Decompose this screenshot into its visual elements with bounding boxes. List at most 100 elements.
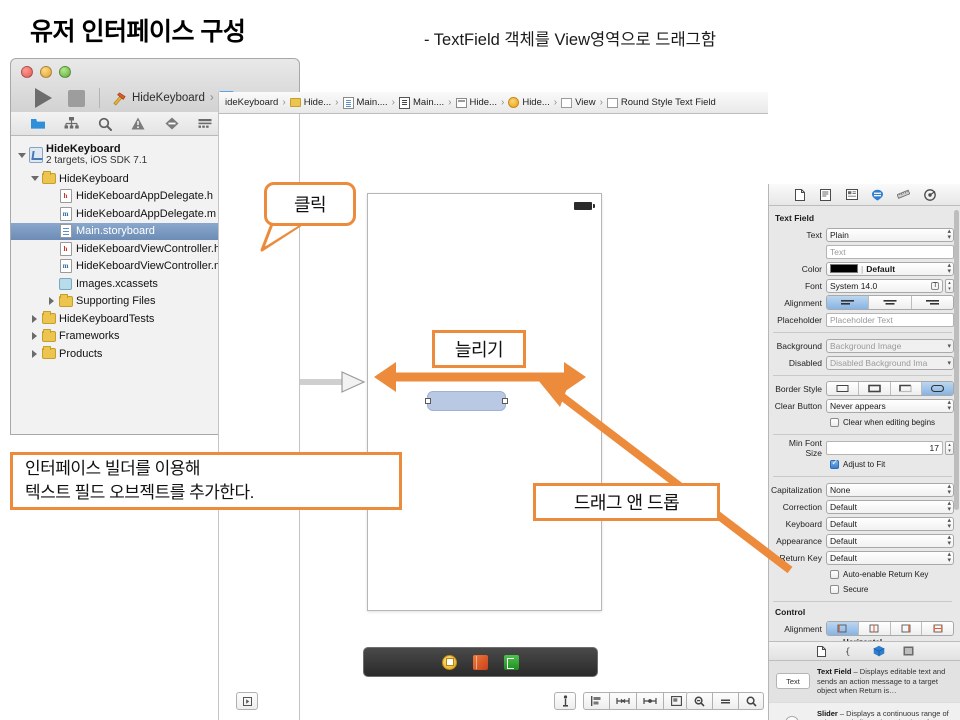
text-color-popup[interactable]: | Default ▴▾: [826, 262, 954, 276]
breadcrumb-item-document[interactable]: Main....: [399, 97, 444, 109]
iphone-device-canvas[interactable]: [367, 193, 602, 611]
h-align-right-icon[interactable]: [891, 622, 923, 635]
secure-checkbox[interactable]: [830, 585, 839, 594]
quick-help-icon[interactable]: [819, 188, 832, 201]
size-inspector-icon[interactable]: [897, 188, 910, 201]
align-right-icon[interactable]: [912, 296, 953, 309]
appearance-popup[interactable]: Default ▴▾: [826, 534, 954, 548]
first-responder-icon[interactable]: [473, 655, 488, 670]
align-left-icon[interactable]: [827, 296, 869, 309]
disclosure-triangle[interactable]: [28, 315, 41, 323]
breadcrumb-item-text-field[interactable]: Round Style Text Field: [607, 97, 716, 108]
capitalization-popup[interactable]: None ▴▾: [826, 483, 954, 497]
attributes-inspector-icon[interactable]: [871, 188, 884, 201]
placeholder-input[interactable]: Placeholder Text: [826, 313, 954, 327]
connections-inspector-icon[interactable]: [923, 188, 936, 201]
project-disclosure-triangle[interactable]: [15, 153, 28, 158]
navigator-tab-warning-icon[interactable]: [129, 116, 147, 132]
zoom-out-button[interactable]: [686, 692, 712, 710]
disclosure-triangle[interactable]: [28, 350, 41, 358]
auto-enable-return-key-checkbox[interactable]: [830, 570, 839, 579]
row-secure[interactable]: Secure: [771, 582, 954, 596]
library-item-text-field[interactable]: Text Text Field – Displays editable text…: [769, 661, 960, 703]
view-controller-badge-icon[interactable]: [442, 655, 457, 670]
font-stepper[interactable]: ▴▾: [945, 279, 954, 293]
navigator-tab-project-folder-icon[interactable]: [29, 116, 47, 132]
line-border-icon[interactable]: [859, 382, 891, 395]
font-field[interactable]: System 14.0 T: [826, 279, 943, 293]
keyboard-popup[interactable]: Default ▴▾: [826, 517, 954, 531]
file-inspector-icon[interactable]: [793, 188, 806, 201]
minimize-window-button[interactable]: [40, 66, 52, 78]
scene-dock[interactable]: [363, 647, 598, 677]
bezel-border-icon[interactable]: [891, 382, 923, 395]
disclosure-triangle[interactable]: [28, 176, 41, 181]
return-key-popup[interactable]: Default ▴▾: [826, 551, 954, 565]
h-align-center-icon[interactable]: [859, 622, 891, 635]
inspector-scrollbar[interactable]: [954, 210, 959, 510]
rounded-rect-border-icon[interactable]: [922, 382, 953, 395]
code-snippet-library-icon[interactable]: { }: [844, 645, 856, 657]
navigator-tab-search-icon[interactable]: [96, 116, 114, 132]
stop-icon[interactable]: [68, 90, 85, 107]
breadcrumb-item-view[interactable]: View: [561, 97, 595, 108]
pin-button[interactable]: [609, 692, 636, 710]
resolve-issues-button[interactable]: [636, 692, 663, 710]
breadcrumb-item-scene[interactable]: Hide...: [456, 97, 497, 108]
row-adjust-to-fit[interactable]: Adjust to Fit: [771, 457, 954, 471]
layout-button-group[interactable]: [583, 692, 689, 710]
run-icon[interactable]: [35, 88, 52, 108]
callout-drag-and-drop: 드래그 앤 드롭: [533, 483, 720, 521]
resize-handle-left[interactable]: [425, 398, 431, 404]
h-align-left-icon[interactable]: [827, 622, 859, 635]
close-window-button[interactable]: [21, 66, 33, 78]
zoom-button-group[interactable]: [686, 692, 764, 710]
breadcrumb-item-group[interactable]: Hide...: [290, 97, 331, 108]
breadcrumb-item-project[interactable]: ideKeyboard: [225, 97, 278, 108]
document-outline-button[interactable]: [554, 692, 576, 710]
disclosure-triangle[interactable]: [45, 297, 58, 305]
exit-icon[interactable]: [504, 655, 519, 670]
control-alignment-horizontal-segmented[interactable]: [826, 621, 954, 636]
h-align-fill-icon[interactable]: [922, 622, 953, 635]
text-type-popup[interactable]: Plain ▴▾: [826, 228, 954, 242]
object-library-list[interactable]: Text Text Field – Displays editable text…: [769, 661, 960, 720]
font-picker-icon[interactable]: T: [931, 282, 939, 290]
breadcrumb-item-storyboard[interactable]: Main....: [343, 97, 388, 109]
color-swatch[interactable]: [830, 264, 858, 273]
library-item-slider[interactable]: Slider – Displays a continuous range of …: [769, 703, 960, 720]
text-alignment-segmented[interactable]: [826, 295, 954, 310]
align-center-icon[interactable]: [869, 296, 911, 309]
text-value-input[interactable]: Text: [826, 245, 954, 259]
navigator-tab-test-diamond-icon[interactable]: [163, 116, 181, 132]
clear-when-editing-checkbox[interactable]: [830, 418, 839, 427]
disabled-background-popup[interactable]: Disabled Background Ima ▾: [826, 356, 954, 370]
border-style-segmented[interactable]: [826, 381, 954, 396]
no-border-icon[interactable]: [827, 382, 859, 395]
zoom-in-button[interactable]: [738, 692, 764, 710]
align-button[interactable]: [583, 692, 609, 710]
file-template-library-icon[interactable]: [815, 645, 827, 657]
correction-popup[interactable]: Default ▴▾: [826, 500, 954, 514]
navigator-tab-debug-icon[interactable]: [196, 116, 214, 132]
min-font-size-input[interactable]: 17: [826, 441, 943, 455]
zoom-actual-size-button[interactable]: [712, 692, 738, 710]
jump-bar[interactable]: ideKeyboard › Hide... › Main.... › Main.…: [219, 92, 768, 114]
library-item-text: Slider – Displays a continuous range of …: [817, 709, 952, 720]
navigator-tab-hierarchy-icon[interactable]: [62, 116, 80, 132]
resize-handle-right[interactable]: [502, 398, 508, 404]
row-clear-when-editing[interactable]: Clear when editing begins: [771, 415, 954, 429]
background-image-popup[interactable]: Background Image ▾: [826, 339, 954, 353]
disclosure-triangle[interactable]: [28, 332, 41, 340]
text-field-object[interactable]: [427, 391, 506, 411]
object-library-icon[interactable]: [873, 645, 885, 657]
filter-flat-button[interactable]: [236, 692, 258, 710]
adjust-to-fit-checkbox[interactable]: [830, 460, 839, 469]
row-auto-enable-return-key[interactable]: Auto-enable Return Key: [771, 567, 954, 581]
clear-button-popup[interactable]: Never appears ▴▾: [826, 399, 954, 413]
breadcrumb-item-view-controller[interactable]: Hide...: [508, 97, 549, 108]
zoom-window-button[interactable]: [59, 66, 71, 78]
min-font-size-stepper[interactable]: ▴▾: [945, 441, 954, 455]
identity-inspector-icon[interactable]: [845, 188, 858, 201]
media-library-icon[interactable]: [902, 645, 914, 657]
